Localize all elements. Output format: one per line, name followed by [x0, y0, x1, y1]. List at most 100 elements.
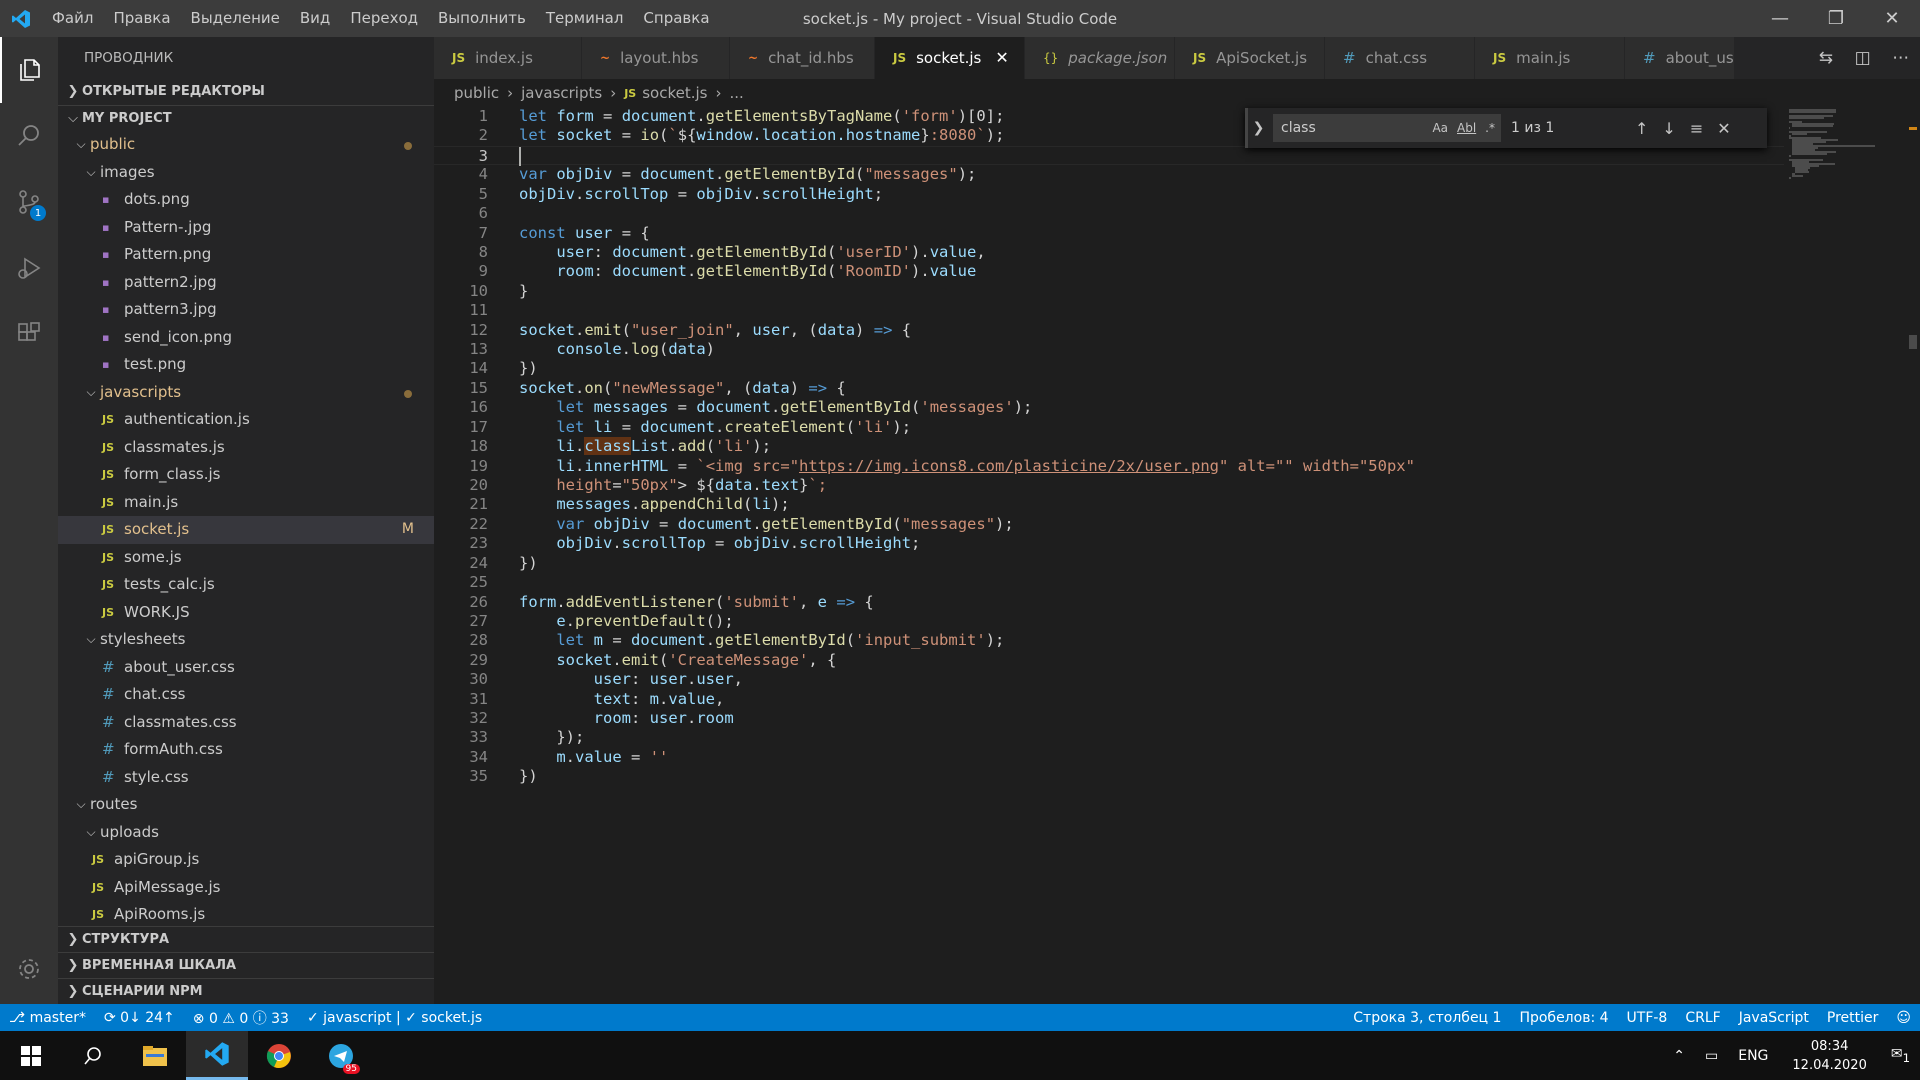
sync-indicator[interactable]: ⟳ 0↓ 24↑: [95, 1010, 184, 1026]
file-item[interactable]: # chat.css: [58, 681, 434, 709]
file-item[interactable]: ▪ Pattern-.jpg: [58, 214, 434, 242]
tray-expand-chevron-up-icon[interactable]: ⌃: [1663, 1048, 1695, 1064]
code-line[interactable]: 14}): [434, 359, 1784, 378]
tab-js[interactable]: JS ApiSocket.js: [1175, 37, 1325, 79]
file-item[interactable]: JS ApiRooms.js: [58, 901, 434, 929]
input-language[interactable]: ENG: [1728, 1048, 1778, 1064]
previous-match-arrow-up-icon[interactable]: ↑: [1635, 119, 1648, 138]
code-line[interactable]: 8 user: document.getElementById('userID'…: [434, 243, 1784, 262]
code-line[interactable]: 13 console.log(data): [434, 340, 1784, 359]
code-line[interactable]: 28 let m = document.getElementById('inpu…: [434, 631, 1784, 650]
file-item[interactable]: JS tests_calc.js: [58, 571, 434, 599]
clock[interactable]: 08:34 12.04.2020: [1778, 1037, 1880, 1075]
code-line[interactable]: 30 user: user.user,: [434, 670, 1784, 689]
menu-file[interactable]: Файл: [42, 0, 103, 37]
cursor-position[interactable]: Строка 3, столбец 1: [1344, 1010, 1510, 1026]
close-find-icon[interactable]: ✕: [1717, 119, 1730, 138]
folder-item[interactable]: ⌵ public: [58, 131, 434, 159]
eslint-indicator[interactable]: ✓ javascript | ✓ socket.js: [298, 1010, 491, 1026]
vscode-taskbar-icon[interactable]: [186, 1031, 248, 1080]
code-line[interactable]: 33 });: [434, 728, 1784, 747]
telegram-icon[interactable]: 95: [310, 1031, 372, 1080]
file-item[interactable]: ▪ dots.png: [58, 186, 434, 214]
outline-section[interactable]: ❯ СТРУКТУРА: [58, 926, 434, 952]
taskbar-search-icon[interactable]: [62, 1031, 124, 1080]
file-item[interactable]: JS WORK.JS: [58, 599, 434, 627]
network-battery-icon[interactable]: ▭: [1695, 1048, 1728, 1064]
close-tab-icon[interactable]: ✕: [995, 37, 1008, 79]
menu-help[interactable]: Справка: [633, 0, 719, 37]
run-debug-icon[interactable]: [0, 235, 58, 301]
prettier-status[interactable]: Prettier: [1818, 1010, 1888, 1026]
extensions-icon[interactable]: [0, 301, 58, 367]
minimize-button[interactable]: —: [1752, 0, 1808, 37]
code-line[interactable]: 27 e.preventDefault();: [434, 612, 1784, 631]
editor-scrollbar[interactable]: [1906, 107, 1920, 1004]
search-icon[interactable]: [0, 103, 58, 169]
code-line[interactable]: 4 var objDiv = document.getElementById("m…: [434, 165, 1784, 184]
code-line[interactable]: 9 room: document.getElementById('RoomID'…: [434, 262, 1784, 281]
next-match-arrow-down-icon[interactable]: ↓: [1662, 119, 1675, 138]
code-line[interactable]: 19 li.innerHTML = `<img src="https://img…: [434, 457, 1784, 476]
folder-item[interactable]: ⌵ stylesheets: [58, 626, 434, 654]
file-item[interactable]: # style.css: [58, 764, 434, 792]
open-editors-section[interactable]: ❯ ОТКРЫТЫЕ РЕДАКТОРЫ: [58, 79, 434, 105]
tab-js[interactable]: JS socket.js ✕: [875, 37, 1025, 79]
code-line[interactable]: 34 m.value = '': [434, 748, 1784, 767]
tab-json[interactable]: {} package.json: [1025, 37, 1175, 79]
file-item[interactable]: ▪ pattern2.jpg: [58, 269, 434, 297]
more-actions-icon[interactable]: ⋯: [1892, 48, 1909, 68]
code-line[interactable]: 15 socket.on("newMessage", (data) => {: [434, 379, 1784, 398]
indentation[interactable]: Пробелов: 4: [1510, 1010, 1617, 1026]
menu-edit[interactable]: Правка: [103, 0, 180, 37]
source-control-icon[interactable]: 1: [0, 169, 58, 235]
line-ending[interactable]: CRLF: [1676, 1010, 1729, 1026]
code-line[interactable]: 16 let messages = document.getElementByI…: [434, 398, 1784, 417]
file-item[interactable]: JS main.js: [58, 489, 434, 517]
tab-css[interactable]: # about_user: [1625, 37, 1735, 79]
feedback-icon[interactable]: ☺: [1887, 1010, 1920, 1026]
file-item[interactable]: JS ApiMessage.js: [58, 874, 434, 902]
file-item[interactable]: # classmates.css: [58, 709, 434, 737]
file-item[interactable]: JS apiGroup.js: [58, 846, 434, 874]
breadcrumb-file[interactable]: socket.js: [642, 84, 707, 102]
split-editor-icon[interactable]: ◫: [1855, 48, 1871, 68]
windows-start-icon[interactable]: [0, 1031, 62, 1080]
regex-button[interactable]: .*: [1485, 121, 1495, 135]
code-line[interactable]: 32 room: user.room: [434, 709, 1784, 728]
open-changes-icon[interactable]: ⇆: [1819, 48, 1833, 68]
problems-indicator[interactable]: ⊗ 0 ⚠ 0 ⓘ 33: [184, 1008, 298, 1028]
file-explorer-icon[interactable]: [124, 1031, 186, 1080]
code-line[interactable]: 35}): [434, 767, 1784, 786]
find-input[interactable]: class Aa Abl .*: [1273, 114, 1501, 142]
menu-view[interactable]: Вид: [290, 0, 340, 37]
code-line[interactable]: 22 var objDiv = document.getElementById(…: [434, 515, 1784, 534]
find-in-selection-icon[interactable]: ≡: [1690, 119, 1703, 138]
settings-gear-icon[interactable]: [0, 944, 58, 994]
code-line[interactable]: 23 objDiv.scrollTop = objDiv.scrollHeigh…: [434, 534, 1784, 553]
code-line[interactable]: 6: [434, 204, 1784, 223]
chrome-icon[interactable]: [248, 1031, 310, 1080]
folder-item[interactable]: ⌵ routes: [58, 791, 434, 819]
file-item[interactable]: ▪ pattern3.jpg: [58, 296, 434, 324]
folder-item[interactable]: ⌵ javascripts: [58, 379, 434, 407]
minimap[interactable]: [1785, 107, 1905, 1004]
code-line[interactable]: 29 socket.emit('CreateMessage', {: [434, 651, 1784, 670]
code-line[interactable]: 20 height="50px"> ${data.text}`;: [434, 476, 1784, 495]
tab-js[interactable]: JS index.js: [434, 37, 582, 79]
menu-terminal[interactable]: Терминал: [536, 0, 634, 37]
match-word-button[interactable]: Abl: [1457, 121, 1476, 135]
scrollbar-thumb[interactable]: [1909, 335, 1917, 349]
code-line[interactable]: 26 form.addEventListener('submit', e => {: [434, 593, 1784, 612]
file-item[interactable]: ▪ Pattern.png: [58, 241, 434, 269]
encoding[interactable]: UTF-8: [1618, 1010, 1677, 1026]
folder-item[interactable]: ⌵ uploads: [58, 819, 434, 847]
code-line[interactable]: 3: [434, 145, 1784, 166]
menu-selection[interactable]: Выделение: [181, 0, 290, 37]
toggle-replace-icon[interactable]: ❯: [1245, 108, 1269, 148]
explorer-icon[interactable]: [0, 37, 58, 103]
code-line[interactable]: 12 socket.emit("user_join", user, (data) …: [434, 321, 1784, 340]
code-line[interactable]: 5 objDiv.scrollTop = objDiv.scrollHeight;: [434, 185, 1784, 204]
match-case-button[interactable]: Aa: [1432, 121, 1448, 135]
code-line[interactable]: 17 let li = document.createElement('li')…: [434, 418, 1784, 437]
